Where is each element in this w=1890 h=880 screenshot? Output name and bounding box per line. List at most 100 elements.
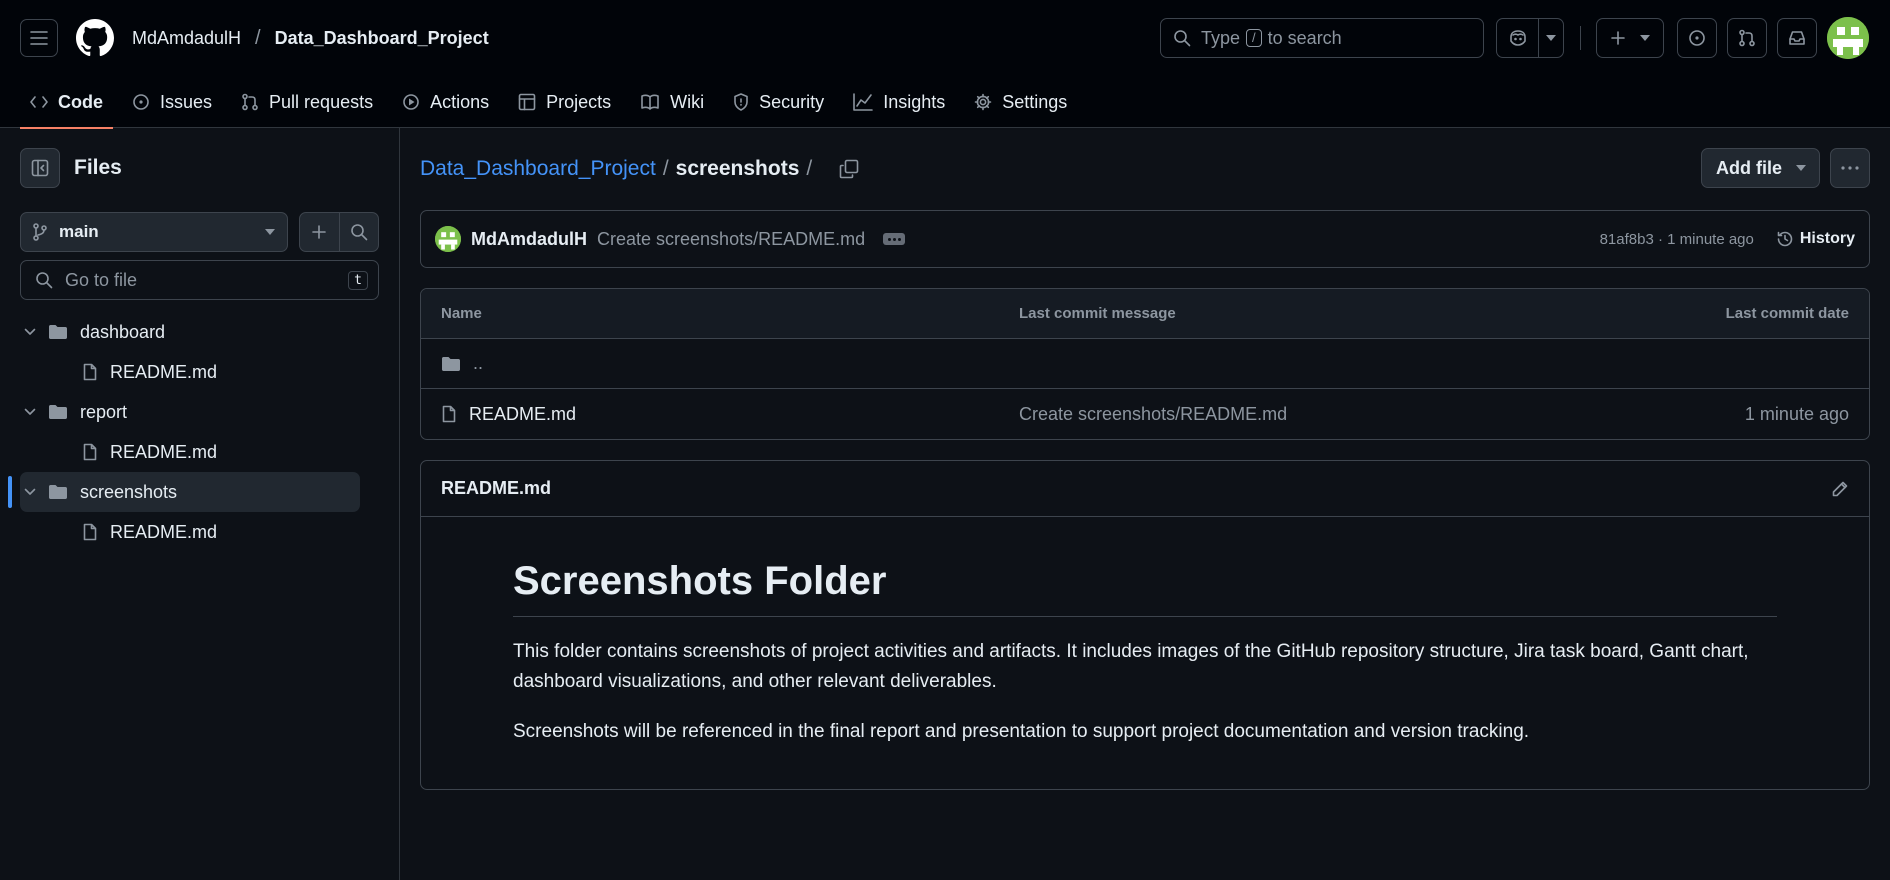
readme-heading: Screenshots Folder [513, 559, 1777, 617]
file-commit-message[interactable]: Create screenshots/README.md [1019, 404, 1745, 425]
tab-label: Insights [883, 91, 946, 112]
owner-link[interactable]: MdAmdadulH [132, 28, 241, 49]
tree-folder-screenshots[interactable]: screenshots [8, 472, 360, 512]
tree-folder-report[interactable]: report [20, 392, 379, 432]
folder-icon [48, 324, 68, 340]
table-icon [518, 93, 536, 111]
tree-file-readme[interactable]: README.md [20, 432, 379, 472]
table-header: Name Last commit message Last commit dat… [421, 289, 1869, 339]
tree-file-readme[interactable]: README.md [20, 512, 379, 552]
sidebar-collapse-icon [31, 159, 49, 177]
tab-pull-requests[interactable]: Pull requests [231, 76, 383, 128]
file-icon [82, 363, 98, 381]
github-logo-icon[interactable] [76, 19, 114, 57]
go-to-file-input[interactable]: Go to file t [20, 260, 379, 300]
tree-file-readme[interactable]: README.md [20, 352, 379, 392]
search-shortcut-key: / [1246, 29, 1262, 47]
tab-label: Wiki [670, 91, 705, 112]
shield-icon [733, 93, 749, 111]
readme-filename[interactable]: README.md [441, 478, 551, 499]
branch-name: main [59, 222, 99, 241]
tab-code[interactable]: Code [20, 76, 113, 129]
inbox-button[interactable] [1777, 18, 1817, 58]
triangle-down-icon [1640, 35, 1650, 41]
readme-body: Screenshots Folder This folder contains … [421, 517, 1869, 747]
file-table: Name Last commit message Last commit dat… [420, 288, 1870, 440]
copy-path-icon[interactable] [839, 159, 859, 179]
tree-item-label: README.md [110, 441, 218, 462]
breadcrumb-separator: / [255, 26, 261, 49]
plus-icon [311, 224, 327, 240]
plus-icon [1610, 30, 1626, 46]
repo-link[interactable]: Data_Dashboard_Project [275, 28, 489, 49]
breadcrumb-trailing-separator: / [806, 157, 813, 180]
parent-directory-cell: .. [441, 353, 1019, 374]
more-options-button[interactable] [1830, 148, 1870, 188]
breadcrumb-repo-link[interactable]: Data_Dashboard_Project [420, 157, 656, 181]
copilot-menu-button[interactable] [1539, 35, 1563, 41]
readme-panel: README.md Screenshots Folder This folder… [420, 460, 1870, 790]
tree-item-label: screenshots [80, 481, 178, 502]
search-input[interactable]: Type / to search [1160, 18, 1484, 58]
play-icon [402, 93, 420, 111]
issue-icon [132, 93, 150, 111]
issue-icon [1688, 29, 1706, 47]
commit-author[interactable]: MdAmdadulH [471, 229, 587, 250]
add-file-button[interactable] [300, 213, 340, 251]
tab-label: Security [759, 91, 825, 112]
history-button[interactable]: History [1776, 230, 1855, 248]
file-name-link[interactable]: README.md [469, 404, 576, 425]
add-file-label: Add file [1716, 157, 1782, 178]
tab-settings[interactable]: Settings [964, 76, 1077, 128]
tab-security[interactable]: Security [723, 76, 834, 128]
chevron-down-icon [24, 328, 44, 336]
file-icon [82, 523, 98, 541]
folder-icon [48, 484, 68, 500]
copilot-button[interactable] [1497, 19, 1539, 57]
search-icon [1173, 29, 1191, 47]
pull-request-icon [1738, 29, 1756, 47]
hamburger-icon [30, 31, 48, 45]
git-branch-icon [33, 223, 47, 241]
search-files-button[interactable] [340, 213, 378, 251]
user-avatar[interactable] [1827, 17, 1869, 59]
tab-label: Projects [546, 91, 612, 112]
header-divider [1580, 26, 1581, 50]
commit-author-avatar[interactable] [435, 226, 461, 252]
breadcrumb-current-folder: screenshots [675, 157, 800, 180]
file-tree: dashboard README.md report README.md scr… [8, 312, 379, 552]
tab-label: Pull requests [269, 91, 374, 112]
tab-wiki[interactable]: Wiki [630, 76, 714, 128]
commit-expand-button[interactable] [883, 233, 906, 245]
commit-message[interactable]: Create screenshots/README.md [597, 229, 865, 250]
readme-paragraph: Screenshots will be referenced in the fi… [513, 721, 1530, 742]
breadcrumb: Data_Dashboard_Project / screenshots / A… [420, 128, 1870, 210]
pencil-icon[interactable] [1831, 480, 1849, 498]
graph-icon [853, 93, 873, 111]
book-icon [640, 94, 660, 110]
tree-item-label: README.md [110, 521, 218, 542]
create-new-button[interactable] [1596, 18, 1664, 58]
repo-header: MdAmdadulH / Data_Dashboard_Project Type… [0, 0, 1890, 129]
collapse-sidebar-button[interactable] [20, 148, 60, 188]
tree-folder-dashboard[interactable]: dashboard [20, 312, 379, 352]
pull-requests-button[interactable] [1727, 18, 1767, 58]
tab-label: Code [58, 91, 103, 112]
tab-actions[interactable]: Actions [392, 76, 499, 128]
branch-controls: main [20, 212, 379, 252]
file-name-cell: README.md [441, 404, 1019, 425]
commit-sha-time[interactable]: 81af8b3 · 1 minute ago [1600, 231, 1754, 248]
tab-insights[interactable]: Insights [843, 76, 955, 128]
tab-issues[interactable]: Issues [122, 76, 222, 128]
tab-label: Settings [1002, 91, 1068, 112]
menu-button[interactable] [20, 19, 58, 57]
pull-request-icon [241, 93, 259, 111]
parent-directory-row[interactable]: .. [421, 339, 1869, 389]
add-file-button[interactable]: Add file [1701, 148, 1820, 188]
branch-selector[interactable]: main [20, 212, 289, 252]
issues-button[interactable] [1677, 18, 1717, 58]
folder-icon [48, 404, 68, 420]
breadcrumb-separator: / [662, 157, 669, 180]
triangle-down-icon [1796, 165, 1806, 171]
tab-projects[interactable]: Projects [508, 76, 621, 128]
